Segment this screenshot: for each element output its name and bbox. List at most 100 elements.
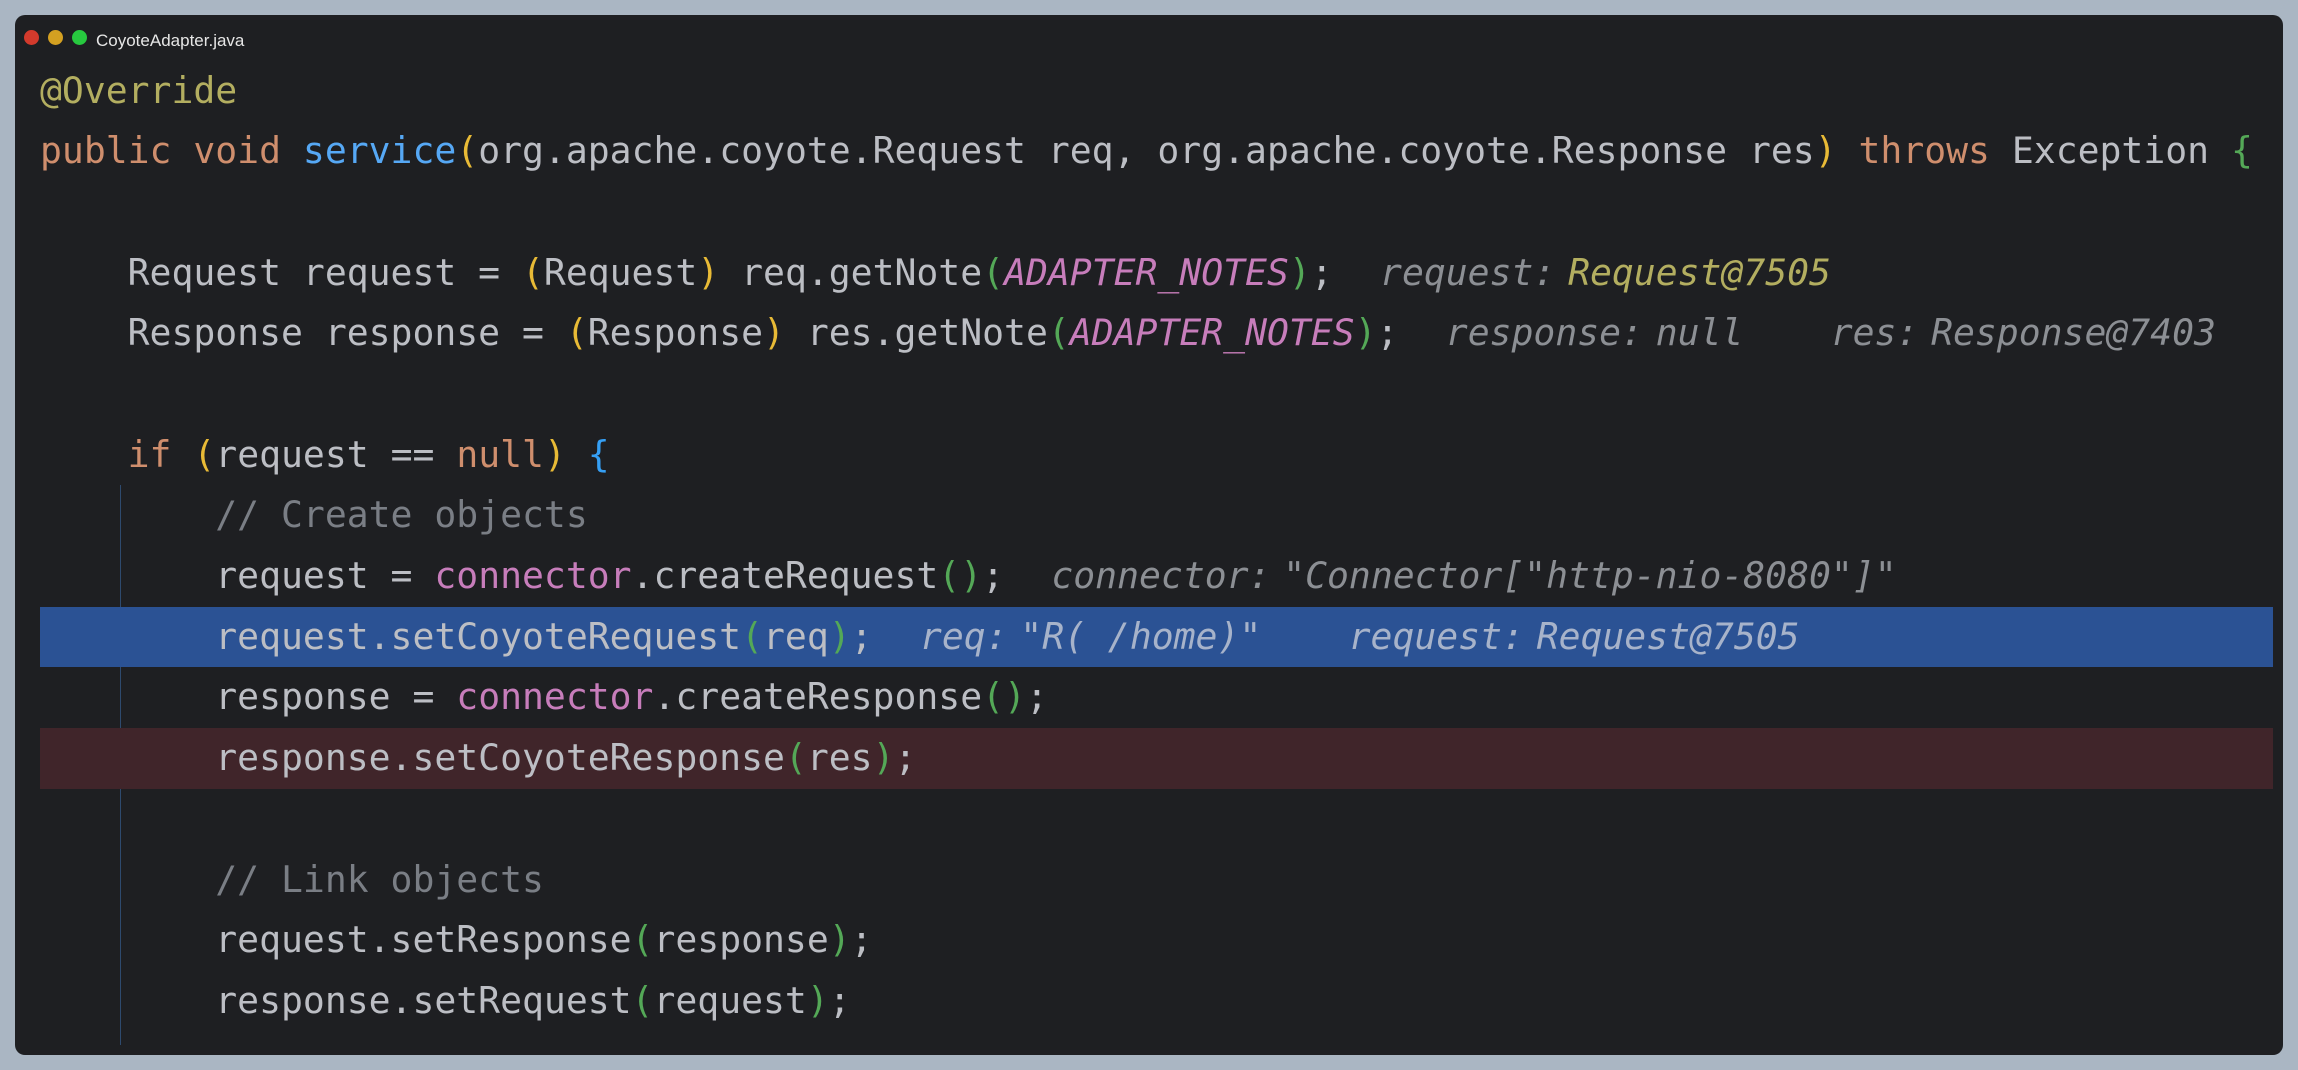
code-token-txt: response.setCoyoteResponse (40, 736, 785, 780)
code-token-p2: ( (982, 250, 1005, 294)
code-token-const: ADAPTER_NOTES (1069, 311, 1355, 355)
code-token-txt: org.apache.coyote.Request req, org.apach… (478, 129, 1815, 173)
code-token-txt: ; (850, 918, 873, 962)
code-token-txt: ; (1376, 311, 1399, 355)
debug-inline-value[interactable]: connector: "Connector["http-nio-8080"]" (1051, 554, 1896, 597)
maximize-button[interactable] (72, 30, 87, 45)
code-editor[interactable]: @Override public void service(org.apache.… (15, 61, 2283, 1032)
code-token-p1: ( (456, 129, 479, 173)
code-token-txt: == (390, 432, 435, 476)
code-line[interactable]: // Link objects (15, 850, 2283, 911)
code-token-txt: req.getNote (719, 250, 983, 294)
code-token-kw: public void (40, 129, 303, 173)
code-token-txt: Exception (2011, 129, 2231, 173)
code-line[interactable] (15, 789, 2283, 850)
code-line[interactable]: // Create objects (15, 485, 2283, 546)
debug-value-label: request: (1348, 614, 1524, 658)
code-token-txt: ; (982, 554, 1005, 598)
code-token-txt: request.setCoyoteRequest (40, 614, 742, 658)
debug-value: Response@7403 (1931, 311, 2216, 355)
code-token-txt: response (653, 918, 829, 962)
debug-inline-value[interactable]: request: Request@7505 (1349, 615, 1800, 658)
code-token-comment: // Create objects (40, 493, 588, 537)
editor-window: CoyoteAdapter.java @Override public void … (15, 15, 2283, 1055)
code-token-p1: ( (193, 432, 216, 476)
code-line[interactable]: response = connector.createResponse(); (15, 667, 2283, 728)
debug-value: Request@7505 (1536, 614, 1800, 658)
debug-value-label: response: (1445, 311, 1643, 355)
code-token-kw: if (40, 432, 194, 476)
code-line[interactable]: if (request == null) { (15, 425, 2283, 486)
debug-inline-value[interactable]: res: Response@7403 (1831, 311, 2216, 354)
code-token-txt: ; (1025, 675, 1048, 719)
code-token-p2: ) (1354, 311, 1377, 355)
code-line[interactable] (15, 182, 2283, 243)
code-token-p2: ( (631, 978, 654, 1022)
code-token-const: ADAPTER_NOTES (1004, 250, 1289, 294)
debug-value: null (1655, 311, 1744, 355)
code-token-p2: ( (784, 736, 807, 780)
code-token-txt: ; (828, 978, 851, 1022)
code-token-fn: service (302, 129, 457, 173)
code-line[interactable] (15, 364, 2283, 425)
code-token-p1: ) (543, 432, 566, 476)
debug-value-label: res: (1830, 311, 1919, 355)
code-token-p1: ( (565, 311, 588, 355)
code-token-txt: response = (40, 675, 457, 719)
debug-value: "Connector["http-nio-8080"]" (1283, 554, 1897, 598)
code-token-p1: ) (697, 250, 720, 294)
code-token-txt: res.getNote (784, 311, 1048, 355)
code-token-p2: ) (828, 918, 851, 962)
current-execution-line[interactable]: request.setCoyoteRequest(req); req: "R( /h… (40, 606, 2273, 668)
code-line[interactable]: Response response = (Response) res.getNo… (15, 303, 2283, 364)
code-token-txt: .createResponse (653, 675, 983, 719)
code-token-p2: () (938, 554, 983, 598)
code-line[interactable]: @Override (15, 61, 2283, 122)
code-line[interactable]: request.setResponse(response); (15, 910, 2283, 971)
code-token-kw: throws (1836, 129, 2012, 173)
code-token-txt: ; (850, 614, 873, 658)
debug-value-label: connector: (1051, 554, 1271, 598)
title-bar: CoyoteAdapter.java (15, 15, 2283, 61)
code-token-ann: @Override (40, 68, 238, 112)
code-token-txt: ; (1310, 250, 1333, 294)
code-token-p2: ) (1288, 250, 1311, 294)
code-token-p2: ( (1047, 311, 1070, 355)
code-line[interactable]: request = connector.createRequest(); conn… (15, 546, 2283, 607)
code-token-field: connector (456, 675, 654, 719)
code-token-p1: ) (763, 311, 785, 355)
code-token-p2: ) (828, 614, 851, 658)
close-button[interactable] (24, 30, 39, 45)
debug-inline-value[interactable]: req: "R( /home)" (920, 615, 1261, 658)
code-token-p2: { (2230, 129, 2253, 173)
code-line[interactable]: public void service(org.apache.coyote.Re… (15, 121, 2283, 182)
code-token-field: connector (434, 554, 632, 598)
debug-inline-value[interactable]: request: Request@7505 (1380, 251, 1831, 294)
code-token-p2: ( (741, 614, 764, 658)
code-token-p2: ) (872, 736, 895, 780)
code-token-comment: // Link objects (40, 857, 544, 901)
code-token-txt: request.setResponse (40, 918, 632, 962)
code-token-txt: Response (587, 311, 764, 355)
code-token-txt: Request request = (40, 250, 522, 294)
code-token-p2: ( (631, 918, 654, 962)
code-line[interactable]: Request request = (Request) req.getNote(… (15, 243, 2283, 304)
code-token-txt: request (215, 432, 391, 476)
code-token-kw: null (434, 432, 544, 476)
code-token-p2: () (982, 675, 1026, 719)
code-token-txt: request (653, 978, 807, 1022)
debug-value-label: request: (1380, 250, 1556, 294)
code-token-txt: response.setRequest (40, 978, 632, 1022)
code-token-p2: ) (806, 978, 829, 1022)
debug-inline-value[interactable]: response: null (1446, 311, 1744, 354)
debug-value-label: req: (919, 614, 1008, 658)
code-token-txt: request = (40, 554, 435, 598)
code-token-txt: Request (543, 250, 698, 294)
code-line[interactable]: response.setRequest(request); (15, 971, 2283, 1032)
code-token-p3: { (587, 432, 610, 476)
debug-value: "R( /home)" (1020, 614, 1262, 658)
debug-value: Request@7505 (1568, 250, 1831, 294)
breakpoint-line[interactable]: response.setCoyoteResponse(res); (40, 728, 2273, 789)
minimize-button[interactable] (48, 30, 63, 45)
